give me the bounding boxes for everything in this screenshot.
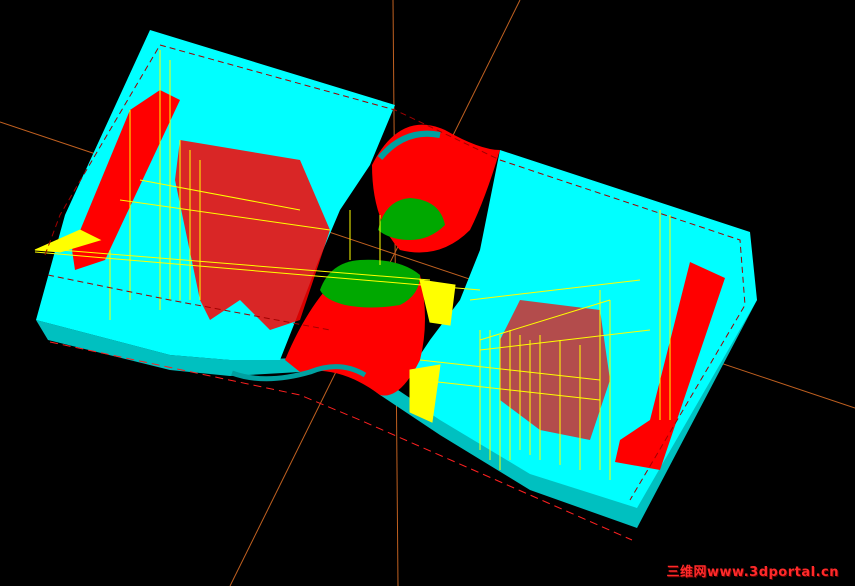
cad-3d-viewport[interactable]: 三维网www.3dportal.cn xyxy=(0,0,855,586)
watermark-text: 三维网www.3dportal.cn xyxy=(666,565,839,580)
